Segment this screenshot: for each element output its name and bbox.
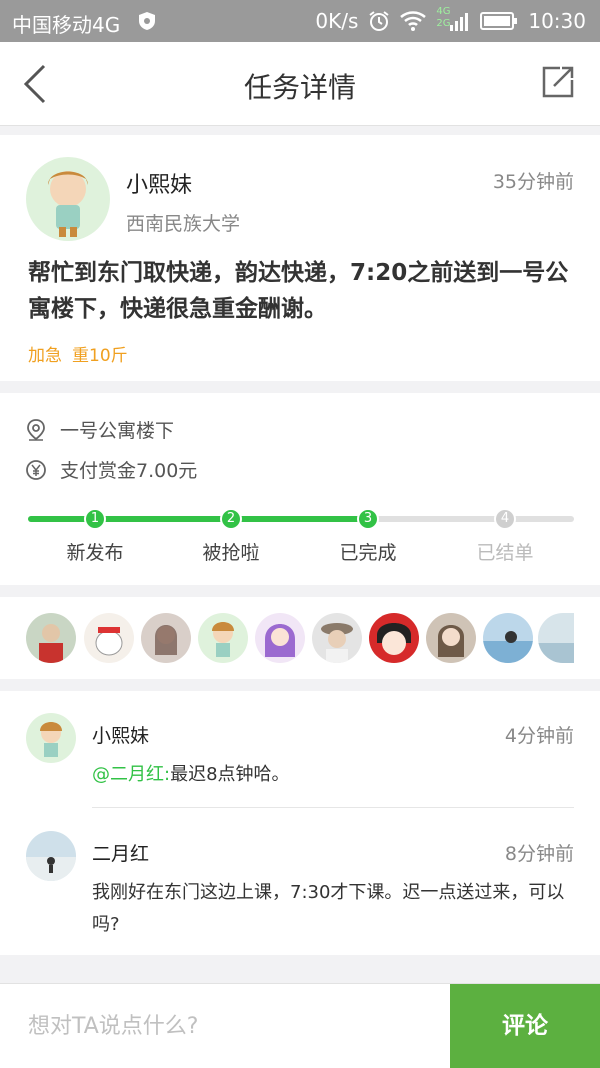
comment-input[interactable] bbox=[0, 984, 450, 1068]
status-bar: 中国移动4G 0K/s 4G 2G 10:30 bbox=[0, 0, 600, 42]
tag-urgent: 加急 bbox=[28, 346, 62, 366]
user-name: 小熙妹 bbox=[126, 173, 193, 198]
avatar[interactable] bbox=[369, 613, 419, 663]
avatar[interactable] bbox=[198, 613, 248, 663]
avatar[interactable] bbox=[141, 613, 191, 663]
battery-icon bbox=[480, 12, 518, 30]
comment-divider bbox=[92, 807, 574, 808]
avatar[interactable] bbox=[483, 613, 533, 663]
step-label-1: 新发布 bbox=[66, 542, 124, 564]
comment-input-bar: 评论 bbox=[0, 983, 600, 1068]
alarm-icon bbox=[369, 11, 389, 31]
comment-time: 8分钟前 bbox=[504, 843, 574, 865]
post-time: 35分钟前 bbox=[492, 171, 574, 193]
location-pin-icon bbox=[27, 418, 45, 441]
avatar[interactable] bbox=[26, 157, 110, 241]
reward-text: 支付赏金7.00元 bbox=[60, 460, 198, 482]
signal-icon: 4G 2G bbox=[436, 6, 470, 33]
shield-icon bbox=[139, 12, 155, 30]
participant-avatars bbox=[0, 597, 600, 679]
avatar[interactable] bbox=[26, 713, 76, 763]
carrier-label: 中国移动4G bbox=[12, 13, 121, 37]
user-school: 西南民族大学 bbox=[126, 213, 241, 235]
location-row: 一号公寓楼下 bbox=[26, 416, 174, 443]
wifi-icon bbox=[400, 11, 427, 31]
progress-step-4: 4 bbox=[494, 508, 516, 530]
location-text: 一号公寓楼下 bbox=[60, 420, 175, 442]
avatar[interactable] bbox=[255, 613, 305, 663]
progress-bar: 1 2 3 4 bbox=[28, 508, 574, 530]
avatar[interactable] bbox=[312, 613, 362, 663]
comment-author: 二月红 bbox=[92, 843, 150, 865]
comment-submit-button[interactable]: 评论 bbox=[450, 984, 600, 1068]
avatar[interactable] bbox=[26, 831, 76, 881]
progress-fill bbox=[28, 516, 368, 522]
avatar[interactable] bbox=[26, 613, 76, 663]
share-icon[interactable] bbox=[540, 64, 576, 100]
avatar[interactable] bbox=[538, 613, 574, 663]
comment-text: @二月红:最迟8点钟哈。 bbox=[92, 764, 290, 785]
avatar[interactable] bbox=[426, 613, 476, 663]
nav-bar: 任务详情 bbox=[0, 42, 600, 126]
network-speed: 0K/s bbox=[315, 9, 359, 33]
progress-step-1: 1 bbox=[84, 508, 106, 530]
task-tags: 加急 重10斤 bbox=[28, 341, 138, 366]
yuan-icon bbox=[26, 459, 46, 480]
task-card: 小熙妹 35分钟前 西南民族大学 帮忙到东门取快递，韵达快递，7:20之前送到一… bbox=[0, 135, 600, 381]
avatar[interactable] bbox=[84, 613, 134, 663]
comment-text: 我刚好在东门这边上课，7:30才下课。迟一点送过来，可以吗? bbox=[92, 882, 565, 935]
comment-list: 小熙妹 4分钟前 @二月红:最迟8点钟哈。 二月红 8分钟前 我刚好在东门这边上… bbox=[0, 691, 600, 955]
comment-author: 小熙妹 bbox=[92, 725, 150, 747]
progress-step-3: 3 bbox=[357, 508, 379, 530]
step-label-2: 被抢啦 bbox=[202, 542, 260, 564]
tag-weight: 重10斤 bbox=[72, 346, 128, 366]
step-label-4: 已结单 bbox=[476, 542, 534, 564]
step-label-3: 已完成 bbox=[339, 542, 397, 564]
comment-mention[interactable]: @二月红: bbox=[92, 764, 170, 785]
reward-row: 支付赏金7.00元 bbox=[26, 456, 197, 483]
progress-step-2: 2 bbox=[220, 508, 242, 530]
clock: 10:30 bbox=[528, 9, 586, 33]
page-title: 任务详情 bbox=[243, 71, 356, 104]
comment-time: 4分钟前 bbox=[504, 725, 574, 747]
task-content: 帮忙到东门取快递，韵达快递，7:20之前送到一号公寓楼下，快递很急重金酬谢。 bbox=[28, 260, 569, 322]
